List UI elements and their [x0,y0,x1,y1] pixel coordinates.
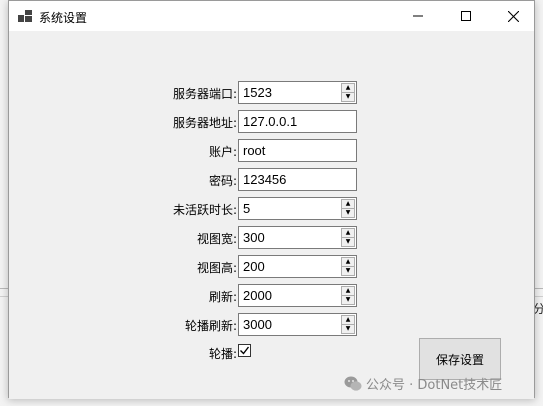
server-port-input[interactable]: 1523 [238,81,357,104]
wechat-icon [344,376,362,391]
carousel-refresh-spin[interactable]: ▲ ▼ [341,315,355,334]
idle-duration-spin[interactable]: ▲ ▼ [341,199,355,218]
view-height-input[interactable]: 200 [238,255,357,278]
row-view-width: 视图宽: 300 ▲ ▼ [9,226,534,250]
refresh-label: 刷新: [208,290,237,304]
spin-down-icon[interactable]: ▼ [342,296,354,305]
server-port-label: 服务器端口: [172,87,237,101]
maximize-icon [461,11,471,21]
spin-up-icon[interactable]: ▲ [342,258,354,267]
row-password: 密码: 123456 [9,168,534,192]
server-address-label: 服务器地址: [172,116,237,130]
carousel-checkbox[interactable] [238,344,251,357]
server-address-input[interactable]: 127.0.0.1 [238,110,357,133]
refresh-spin[interactable]: ▲ ▼ [341,286,355,305]
server-port-stepper[interactable]: 1523 ▲ ▼ [238,81,357,104]
spin-down-icon[interactable]: ▼ [342,238,354,247]
title-bar[interactable]: 系统设置 [9,1,534,31]
view-height-stepper[interactable]: 200 ▲ ▼ [238,255,357,278]
minimize-button[interactable] [395,1,441,31]
app-icon [18,10,32,22]
view-width-label: 视图宽: [196,232,237,246]
spin-down-icon[interactable]: ▼ [342,209,354,218]
row-refresh: 刷新: 2000 ▲ ▼ [9,284,534,308]
carousel-refresh-label: 轮播刷新: [184,319,237,333]
spin-down-icon[interactable]: ▼ [342,267,354,276]
spin-down-icon[interactable]: ▼ [342,93,354,102]
idle-duration-label: 未活跃时长: [172,203,237,217]
row-account: 账户: root [9,139,534,163]
spin-up-icon[interactable]: ▲ [342,84,354,93]
view-width-stepper[interactable]: 300 ▲ ▼ [238,226,357,249]
password-input[interactable]: 123456 [238,168,357,191]
refresh-input[interactable]: 2000 [238,284,357,307]
checkmark-icon [240,346,250,355]
spin-up-icon[interactable]: ▲ [342,200,354,209]
watermark-text: 公众号 · DotNet技术匠 [366,378,503,393]
spin-down-icon[interactable]: ▼ [342,325,354,334]
view-width-spin[interactable]: ▲ ▼ [341,228,355,247]
maximize-button[interactable] [443,1,489,31]
server-port-spin[interactable]: ▲ ▼ [341,83,355,102]
account-label: 账户: [208,145,237,159]
refresh-stepper[interactable]: 2000 ▲ ▼ [238,284,357,307]
settings-form: 服务器端口: 1523 ▲ ▼ 服务器地址: 127.0.0.1 账户: roo… [9,31,534,399]
watermark: 公众号 · DotNet技术匠 [344,374,502,393]
row-server-port: 服务器端口: 1523 ▲ ▼ [9,81,534,105]
close-icon [507,10,519,22]
close-button[interactable] [490,1,536,31]
window-title: 系统设置 [39,11,88,25]
row-idle-duration: 未活跃时长: 5 ▲ ▼ [9,197,534,221]
settings-window: 系统设置 服务器端口: 1523 ▲ ▼ 服务器地址: 127.0.0.1 账户… [8,0,535,399]
minimize-icon [413,15,423,17]
row-view-height: 视图高: 200 ▲ ▼ [9,255,534,279]
idle-duration-stepper[interactable]: 5 ▲ ▼ [238,197,357,220]
carousel-refresh-stepper[interactable]: 3000 ▲ ▼ [238,313,357,336]
view-width-input[interactable]: 300 [238,226,357,249]
idle-duration-input[interactable]: 5 [238,197,357,220]
account-input[interactable]: root [238,139,357,162]
carousel-refresh-input[interactable]: 3000 [238,313,357,336]
password-label: 密码: [208,174,237,188]
view-height-label: 视图高: [196,261,237,275]
row-carousel-refresh: 轮播刷新: 3000 ▲ ▼ [9,313,534,337]
row-server-address: 服务器地址: 127.0.0.1 [9,110,534,134]
carousel-label: 轮播: [208,347,237,361]
spin-up-icon[interactable]: ▲ [342,229,354,238]
spin-up-icon[interactable]: ▲ [342,316,354,325]
view-height-spin[interactable]: ▲ ▼ [341,257,355,276]
spin-up-icon[interactable]: ▲ [342,287,354,296]
